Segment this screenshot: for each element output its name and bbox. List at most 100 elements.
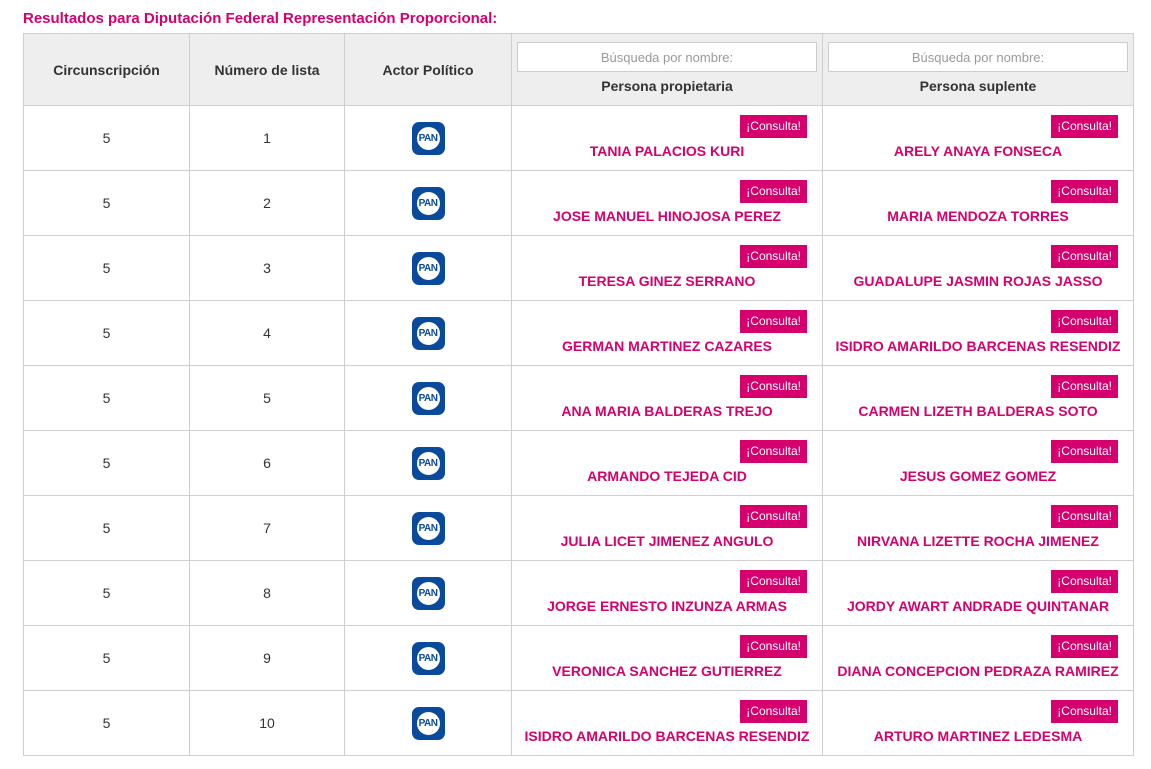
pan-logo-text: PAN [414,579,442,607]
suplente-cell: ¡Consulta! JESUS GOMEZ GOMEZ [822,430,1134,496]
suplente-cell: ¡Consulta! NIRVANA LIZETTE ROCHA JIMENEZ [822,495,1134,561]
table-row: 5 6 PAN ¡Consulta! ARMANDO TEJEDA CID ¡C… [23,430,1134,496]
consulta-suplente-button[interactable]: ¡Consulta! [1051,505,1118,528]
consulta-suplente-button[interactable]: ¡Consulta! [1051,245,1118,268]
suplente-name: ARELY ANAYA FONSECA [893,143,1063,159]
actor-politico-cell: PAN [344,495,512,561]
pan-logo-text: PAN [414,709,442,737]
numero-lista-cell: 2 [189,170,345,236]
table-row: 5 3 PAN ¡Consulta! TERESA GINEZ SERRANO … [23,235,1134,301]
pan-logo-icon: PAN [411,381,445,415]
consulta-propietaria-button[interactable]: ¡Consulta! [740,440,807,463]
header-propietaria-label: Persona propietaria [601,78,733,94]
consulta-propietaria-button[interactable]: ¡Consulta! [740,505,807,528]
actor-politico-cell: PAN [344,560,512,626]
suplente-name: JORDY AWART ANDRADE QUINTANAR [846,598,1110,614]
numero-lista-cell: 1 [189,105,345,171]
consulta-propietaria-button[interactable]: ¡Consulta! [740,115,807,138]
propietaria-cell: ¡Consulta! TERESA GINEZ SERRANO [511,235,823,301]
pan-logo-icon: PAN [411,446,445,480]
consulta-suplente-button[interactable]: ¡Consulta! [1051,375,1118,398]
numero-lista-cell: 6 [189,430,345,496]
consulta-propietaria-button[interactable]: ¡Consulta! [740,375,807,398]
actor-politico-cell: PAN [344,170,512,236]
propietaria-cell: ¡Consulta! ARMANDO TEJEDA CID [511,430,823,496]
propietaria-name: JOSE MANUEL HINOJOSA PEREZ [553,208,781,224]
circunscripcion-cell: 5 [23,365,190,431]
consulta-suplente-button[interactable]: ¡Consulta! [1051,440,1118,463]
suplente-name: MARIA MENDOZA TORRES [887,208,1069,224]
table-row: 5 10 PAN ¡Consulta! ISIDRO AMARILDO BARC… [23,690,1134,756]
pan-logo-icon: PAN [411,511,445,545]
propietaria-name: TANIA PALACIOS KURI [589,143,745,159]
suplente-name: JESUS GOMEZ GOMEZ [899,468,1057,484]
circunscripcion-cell: 5 [23,625,190,691]
consulta-propietaria-button[interactable]: ¡Consulta! [740,700,807,723]
header-suplente-label: Persona suplente [919,78,1037,94]
suplente-cell: ¡Consulta! MARIA MENDOZA TORRES [822,170,1134,236]
suplente-cell: ¡Consulta! JORDY AWART ANDRADE QUINTANAR [822,560,1134,626]
actor-politico-cell: PAN [344,365,512,431]
header-circunscripcion: Circunscripción [23,33,190,106]
actor-politico-cell: PAN [344,430,512,496]
table-row: 5 7 PAN ¡Consulta! JULIA LICET JIMENEZ A… [23,495,1134,561]
suplente-name: ISIDRO AMARILDO BARCENAS RESENDIZ [835,338,1121,354]
consulta-propietaria-button[interactable]: ¡Consulta! [740,635,807,658]
consulta-suplente-button[interactable]: ¡Consulta! [1051,310,1118,333]
pan-logo-text: PAN [414,319,442,347]
suplente-cell: ¡Consulta! CARMEN LIZETH BALDERAS SOTO [822,365,1134,431]
suplente-name: ARTURO MARTINEZ LEDESMA [873,728,1083,744]
consulta-suplente-button[interactable]: ¡Consulta! [1051,700,1118,723]
suplente-cell: ¡Consulta! GUADALUPE JASMIN ROJAS JASSO [822,235,1134,301]
propietaria-cell: ¡Consulta! ISIDRO AMARILDO BARCENAS RESE… [511,690,823,756]
pan-logo-icon: PAN [411,576,445,610]
pan-logo-text: PAN [414,644,442,672]
circunscripcion-cell: 5 [23,105,190,171]
pan-logo-text: PAN [414,384,442,412]
circunscripcion-cell: 5 [23,430,190,496]
propietaria-name: JORGE ERNESTO INZUNZA ARMAS [547,598,787,614]
header-suplente: Persona suplente [822,33,1134,106]
table-row: 5 8 PAN ¡Consulta! JORGE ERNESTO INZUNZA… [23,560,1134,626]
consulta-propietaria-button[interactable]: ¡Consulta! [740,310,807,333]
actor-politico-cell: PAN [344,235,512,301]
numero-lista-cell: 9 [189,625,345,691]
table-row: 5 9 PAN ¡Consulta! VERONICA SANCHEZ GUTI… [23,625,1134,691]
circunscripcion-cell: 5 [23,690,190,756]
search-suplente-input[interactable] [828,42,1128,72]
actor-politico-cell: PAN [344,105,512,171]
consulta-suplente-button[interactable]: ¡Consulta! [1051,115,1118,138]
actor-politico-cell: PAN [344,690,512,756]
search-propietaria-input[interactable] [517,42,817,72]
pan-logo-icon: PAN [411,316,445,350]
propietaria-name: JULIA LICET JIMENEZ ANGULO [560,533,774,549]
pan-logo-text: PAN [414,189,442,217]
table-row: 5 2 PAN ¡Consulta! JOSE MANUEL HINOJOSA … [23,170,1134,236]
table-row: 5 1 PAN ¡Consulta! TANIA PALACIOS KURI ¡… [23,105,1134,171]
table-row: 5 5 PAN ¡Consulta! ANA MARIA BALDERAS TR… [23,365,1134,431]
header-propietaria: Persona propietaria [511,33,823,106]
consulta-suplente-button[interactable]: ¡Consulta! [1051,180,1118,203]
propietaria-name: ANA MARIA BALDERAS TREJO [561,403,773,419]
pan-logo-icon: PAN [411,706,445,740]
consulta-propietaria-button[interactable]: ¡Consulta! [740,245,807,268]
table-body: 5 1 PAN ¡Consulta! TANIA PALACIOS KURI ¡… [23,105,1134,756]
consulta-propietaria-button[interactable]: ¡Consulta! [740,180,807,203]
propietaria-cell: ¡Consulta! JORGE ERNESTO INZUNZA ARMAS [511,560,823,626]
propietaria-name: TERESA GINEZ SERRANO [578,273,756,289]
propietaria-cell: ¡Consulta! JOSE MANUEL HINOJOSA PEREZ [511,170,823,236]
circunscripcion-cell: 5 [23,235,190,301]
propietaria-name: ARMANDO TEJEDA CID [587,468,747,484]
results-table: Circunscripción Número de lista Actor Po… [23,33,1134,756]
consulta-propietaria-button[interactable]: ¡Consulta! [740,570,807,593]
pan-logo-icon: PAN [411,641,445,675]
page-title: Resultados para Diputación Federal Repre… [23,10,498,27]
numero-lista-cell: 8 [189,560,345,626]
consulta-suplente-button[interactable]: ¡Consulta! [1051,570,1118,593]
suplente-name: NIRVANA LIZETTE ROCHA JIMENEZ [857,533,1099,549]
suplente-cell: ¡Consulta! ARTURO MARTINEZ LEDESMA [822,690,1134,756]
pan-logo-text: PAN [414,449,442,477]
pan-logo-text: PAN [414,514,442,542]
suplente-name: CARMEN LIZETH BALDERAS SOTO [858,403,1098,419]
consulta-suplente-button[interactable]: ¡Consulta! [1051,635,1118,658]
